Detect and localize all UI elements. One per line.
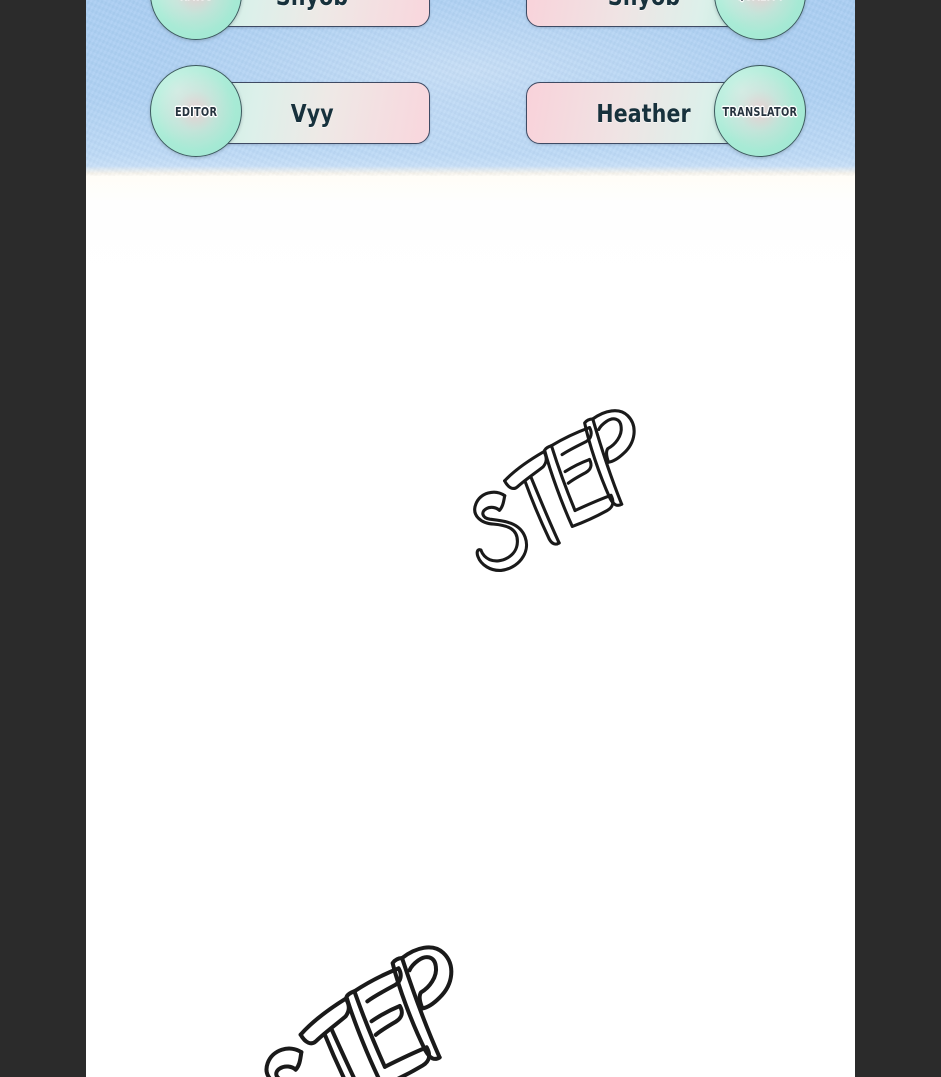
credit-name-label: Heather xyxy=(596,98,692,128)
credit-name-label: Vyy xyxy=(290,98,334,128)
credit-name-label: Shyob xyxy=(276,0,348,11)
credit-role-badge: QUALITY xyxy=(714,0,806,40)
artwork-area xyxy=(86,176,855,1077)
comic-page: Shyob RAWS Shyob QUALITY xyxy=(86,0,855,1077)
credit-role-badge: TRANSLATOR xyxy=(714,65,806,157)
credit-slot-raws: Shyob RAWS xyxy=(150,0,440,44)
credit-role-badge: EDITOR xyxy=(150,65,242,157)
comic-viewer: Shyob RAWS Shyob QUALITY xyxy=(0,0,941,1077)
sound-effect-step-2-glyphs xyxy=(264,945,454,1077)
credit-role-label: RAWS xyxy=(179,0,212,2)
credit-slot-editor: Vyy EDITOR xyxy=(150,65,440,161)
letterbox-left xyxy=(0,0,86,1077)
credit-name-label: Shyob xyxy=(608,0,680,11)
credit-role-badge: RAWS xyxy=(150,0,242,40)
sound-effect-step-1-glyphs xyxy=(473,409,636,572)
sound-effect-step-2 xyxy=(226,941,486,1077)
sound-effect-step-1 xyxy=(452,409,662,584)
credit-item: Heather TRANSLATOR xyxy=(516,65,806,161)
credit-role-label: QUALITY xyxy=(736,0,785,2)
credit-item: Vyy EDITOR xyxy=(150,65,440,161)
credit-role-label: TRANSLATOR xyxy=(722,103,798,119)
credit-role-label: EDITOR xyxy=(174,103,218,119)
credit-slot-translator: Heather TRANSLATOR xyxy=(516,65,806,161)
credit-item: Shyob RAWS xyxy=(150,0,440,44)
credits-banner: Shyob RAWS Shyob QUALITY xyxy=(86,0,855,176)
credit-item: Shyob QUALITY xyxy=(516,0,806,44)
credits-grid: Shyob RAWS Shyob QUALITY xyxy=(86,0,855,176)
credit-slot-quality: Shyob QUALITY xyxy=(516,0,806,44)
letterbox-right xyxy=(855,0,941,1077)
